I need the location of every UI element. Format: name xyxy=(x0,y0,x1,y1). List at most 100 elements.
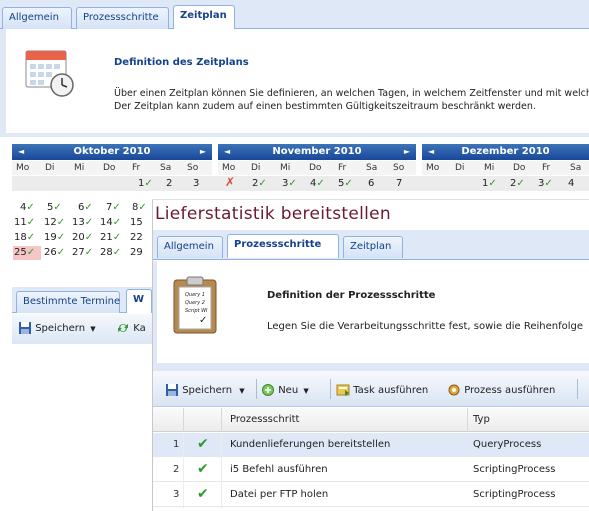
save-label: Speichern xyxy=(182,385,233,396)
next-month-icon[interactable]: ► xyxy=(404,144,410,160)
process-icon xyxy=(448,384,460,396)
new-icon xyxy=(262,384,274,396)
save-button[interactable]: Speichern ▼ xyxy=(165,382,245,400)
front-tab-prozessschritte[interactable]: Prozessschritte xyxy=(227,234,339,258)
back-section-line2: Der Zeitplan kann zudem auf einen bestim… xyxy=(114,101,536,112)
day-cell-cancelled[interactable]: ✗ xyxy=(225,176,235,188)
calendar-first-week xyxy=(12,176,589,191)
weekday: Sa xyxy=(160,163,172,173)
tab-w[interactable]: W xyxy=(126,289,152,313)
back-ka-button[interactable]: Ka xyxy=(116,320,146,338)
day-cell[interactable]: 26✓ xyxy=(44,247,65,259)
front-section-title: Definition der Prozessschritte xyxy=(267,290,436,301)
checkmark-icon: ✔ xyxy=(197,461,209,477)
process-label: Prozess ausführen xyxy=(464,385,556,396)
day-cell[interactable]: 13✓ xyxy=(72,217,93,229)
day-cell[interactable]: 5✓ xyxy=(338,178,353,190)
back-separator xyxy=(0,133,589,137)
weekday-row-november: Mo Di Mi Do Fr Sa So xyxy=(218,161,416,175)
cell-prozessschritt: Kundenlieferungen bereitstellen xyxy=(230,439,391,450)
cell-prozessschritt: i5 Befehl ausführen xyxy=(230,464,328,475)
back-tab-zeitplan[interactable]: Zeitplan xyxy=(173,5,235,29)
grid-header xyxy=(153,408,589,432)
window-title: Lieferstatistik bereitstellen xyxy=(155,204,391,224)
cell-typ: ScriptingProcess xyxy=(473,464,556,475)
back-section-line1: Über einen Zeitplan können Sie definiere… xyxy=(114,88,589,99)
day-cell[interactable]: 4 xyxy=(568,178,574,190)
weekday: Sa xyxy=(570,163,582,173)
row-number: 3 xyxy=(173,489,180,500)
day-cell[interactable]: 1✓ xyxy=(138,178,153,190)
task-ausfuehren-button[interactable]: Task ausführen xyxy=(336,382,428,400)
day-cell[interactable]: 6 xyxy=(368,178,374,190)
clipboard-line: Query 2 xyxy=(185,300,205,306)
day-cell[interactable]: 3✓ xyxy=(538,178,553,190)
weekday: Mi xyxy=(280,163,291,173)
clipboard-line: Script WI xyxy=(185,308,208,314)
day-cell[interactable]: 3✓ xyxy=(282,178,297,190)
weekday: Di xyxy=(455,163,465,173)
new-button[interactable]: Neu ▼ xyxy=(261,382,309,400)
column-header-prozessschritt[interactable]: Prozessschritt xyxy=(230,414,299,425)
grid-header-divider xyxy=(221,408,222,432)
next-month-icon[interactable]: ► xyxy=(200,144,206,160)
day-cell[interactable]: 2✓ xyxy=(510,178,525,190)
checkmark-icon: ✔ xyxy=(197,436,209,452)
cell-typ: QueryProcess xyxy=(473,439,542,450)
cell-typ: ScriptingProcess xyxy=(473,489,556,500)
day-cell[interactable]: 2✓ xyxy=(252,178,267,190)
back-section-title: Definition des Zeitplans xyxy=(114,57,249,68)
day-cell[interactable]: 7 xyxy=(396,178,402,190)
grid-column-line xyxy=(221,433,222,508)
day-cell[interactable]: 19✓ xyxy=(44,232,65,244)
back-tab-allgemein[interactable]: Allgemein xyxy=(2,7,72,29)
day-cell[interactable]: 3 xyxy=(193,178,199,190)
day-cell[interactable]: 27✓ xyxy=(72,247,93,259)
weekday: Mi xyxy=(484,163,495,173)
day-cell[interactable]: 11✓ xyxy=(14,217,35,229)
back-tab-prozessschritte[interactable]: Prozessschritte xyxy=(76,7,169,29)
weekday: Fr xyxy=(338,163,347,173)
weekday: Do xyxy=(103,163,116,173)
grid-column-line xyxy=(183,433,184,508)
front-section: Query 1 Query 2 Script WI ✓ Definition d… xyxy=(153,261,589,363)
day-cell[interactable]: 7✓ xyxy=(106,202,121,214)
calendar-dezember-title: Dezember 2010 xyxy=(461,146,550,157)
day-cell[interactable]: 12✓ xyxy=(44,217,65,229)
front-window: Lieferstatistik bereitstellen Allgemein … xyxy=(152,199,589,511)
task-icon xyxy=(336,384,350,396)
day-cell[interactable]: 4✓ xyxy=(310,178,325,190)
tab-bestimmte-termine[interactable]: Bestimmte Termine xyxy=(16,291,120,313)
day-cell[interactable]: 28✓ xyxy=(100,247,121,259)
day-cell[interactable]: 4✓ xyxy=(20,202,35,214)
column-header-typ[interactable]: Typ xyxy=(473,414,490,425)
day-cell[interactable]: 6✓ xyxy=(78,202,93,214)
day-cell[interactable]: 22 xyxy=(130,232,143,244)
day-cell[interactable]: 29 xyxy=(130,247,143,259)
checkmark-icon: ✔ xyxy=(197,486,209,502)
day-cell[interactable]: 8✓ xyxy=(132,202,147,214)
new-label: Neu xyxy=(278,385,299,396)
save-icon xyxy=(19,322,31,334)
back-ka-label: Ka xyxy=(133,323,146,334)
day-cell[interactable]: 14✓ xyxy=(100,217,121,229)
chevron-down-icon: ▼ xyxy=(303,387,309,395)
front-tab-allgemein[interactable]: Allgemein xyxy=(157,236,223,258)
grid-header-divider xyxy=(183,408,184,432)
day-cell[interactable]: 1✓ xyxy=(482,178,497,190)
day-cell[interactable]: 15 xyxy=(130,217,143,229)
back-save-button[interactable]: Speichern ▼ xyxy=(18,320,96,338)
checkmark-icon: ✓ xyxy=(199,315,208,326)
day-cell[interactable]: 5✓ xyxy=(47,202,62,214)
day-cell-today[interactable]: 25✓ xyxy=(14,247,35,259)
day-cell[interactable]: 20✓ xyxy=(72,232,93,244)
prozess-ausfuehren-button[interactable]: Prozess ausführen xyxy=(447,382,555,400)
front-section-text: Legen Sie die Verarbeitungsschritte fest… xyxy=(267,321,583,332)
calendar-oktober-header: ◄ Oktober 2010 ► xyxy=(12,144,212,160)
day-cell[interactable]: 2 xyxy=(166,178,172,190)
front-tab-zeitplan[interactable]: Zeitplan xyxy=(343,236,403,258)
calendar-oktober-title: Oktober 2010 xyxy=(73,146,151,157)
day-cell[interactable]: 18✓ xyxy=(14,232,35,244)
chevron-down-icon: ▼ xyxy=(90,325,96,333)
day-cell[interactable]: 21✓ xyxy=(100,232,121,244)
